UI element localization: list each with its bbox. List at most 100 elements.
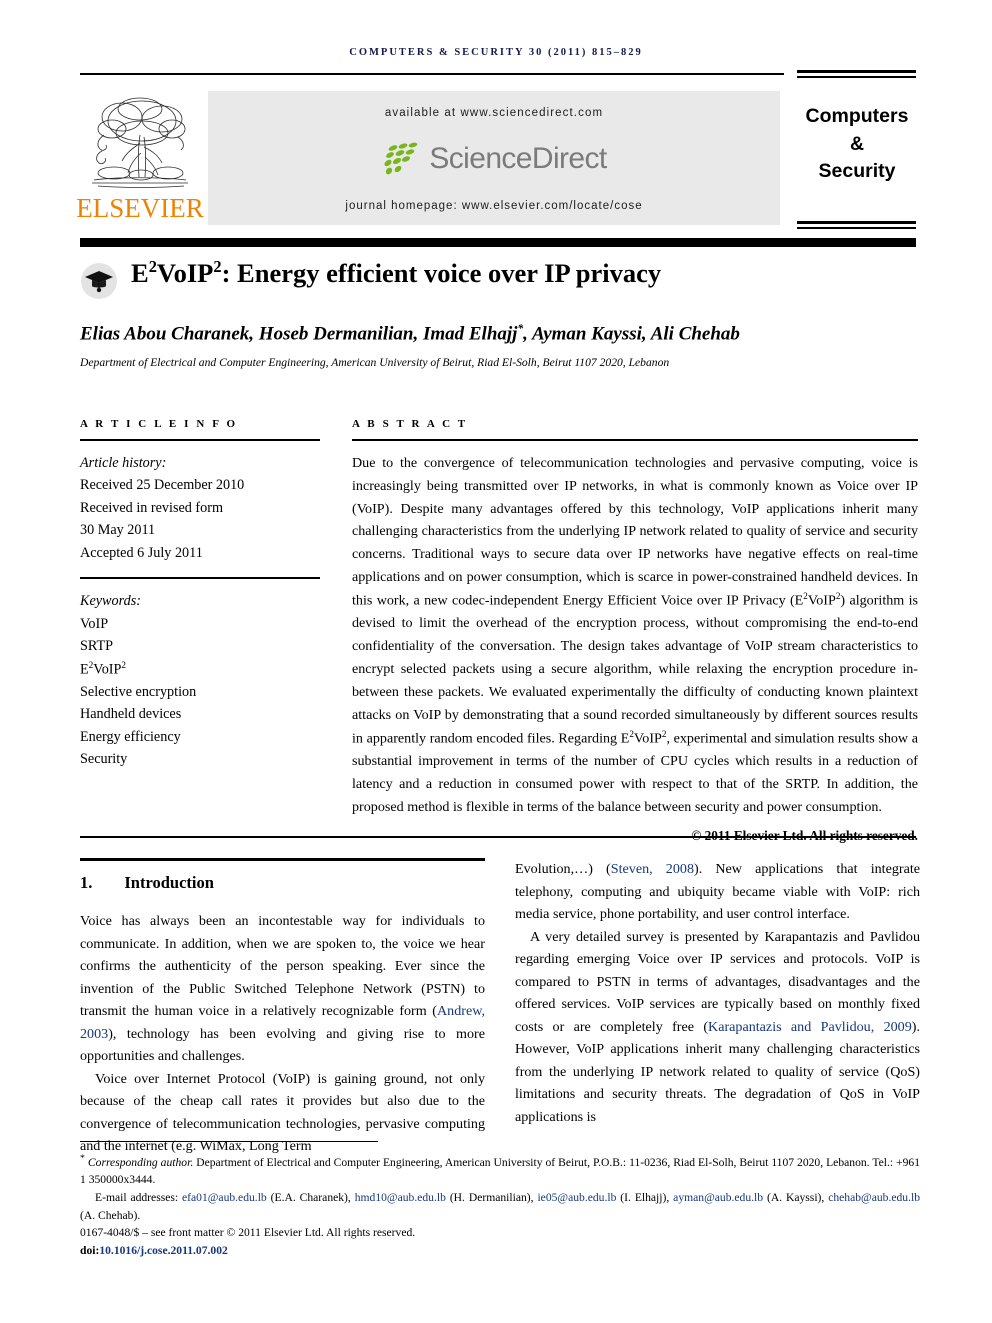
- corresponding-author-details: Department of Electrical and Computer En…: [80, 1155, 920, 1187]
- section-number: 1.: [80, 873, 93, 892]
- keywords-block: Keywords: VoIP SRTP E2VoIP2 Selective en…: [80, 590, 320, 770]
- keyword-voip-mid: VoIP: [93, 661, 122, 678]
- doi-label: doi:: [80, 1243, 100, 1257]
- email-person: (A. Chehab): [80, 1208, 138, 1222]
- elsevier-wordmark: ELSEVIER: [76, 193, 204, 223]
- keyword-item: VoIP: [80, 615, 109, 632]
- journal-title-line-2: &: [849, 132, 865, 155]
- paragraph: Evolution,…) (Steven, 2008). New applica…: [515, 858, 920, 926]
- paragraph: Voice over Internet Protocol (VoIP) is g…: [80, 1070, 485, 1155]
- abstract-heading: A B S T R A C T: [352, 418, 468, 430]
- title-row: E2VoIP2: Energy efficient voice over IP …: [80, 257, 920, 300]
- article-history-item: Accepted 6 July 2011: [80, 544, 203, 561]
- sciencedirect-banner: available at www.sciencedirect.com Scien…: [208, 91, 780, 225]
- email-link[interactable]: efa01@aub.edu.lb: [182, 1191, 267, 1204]
- corresponding-author-label: Corresponding author.: [87, 1155, 194, 1169]
- sciencedirect-wordmark: ScienceDirect: [429, 141, 607, 175]
- corresponding-author-note: * Corresponding author. Department of El…: [80, 1152, 920, 1189]
- available-at-text: available at www.sciencedirect.com: [384, 107, 604, 119]
- journal-title-box: Computers & Security: [795, 103, 919, 223]
- intro-p1-a: Voice has always been an incontestable w…: [80, 913, 485, 1020]
- email-link[interactable]: ie05@aub.edu.lb: [537, 1191, 616, 1204]
- email-person: (I. Elhajj): [620, 1191, 667, 1205]
- issn-front-matter-line: 0167-4048/$ – see front matter © 2011 El…: [80, 1226, 416, 1240]
- keyword-item: Selective encryption: [80, 683, 197, 700]
- keyword-e-prefix: E: [80, 661, 89, 678]
- authors-post: , Ayman Kayssi, Ali Chehab: [523, 323, 740, 345]
- abstract-column: A B S T R A C T Due to the convergence o…: [352, 418, 918, 844]
- journal-homepage-text: journal homepage: www.elsevier.com/locat…: [345, 200, 643, 212]
- doi-link[interactable]: 10.1016/j.cose.2011.07.002: [99, 1244, 228, 1257]
- abstract-rule: [352, 439, 918, 441]
- article-history-item: Received in revised form: [80, 499, 224, 516]
- keyword-item-e2voip2: E2VoIP2: [80, 658, 320, 681]
- article-history-item: 30 May 2011: [80, 522, 156, 539]
- article-info-rule: [80, 439, 320, 441]
- paragraph: A very detailed survey is presented by K…: [515, 926, 920, 1129]
- journal-title-line-1: Computers: [805, 105, 909, 127]
- email-label: E-mail addresses:: [95, 1191, 179, 1205]
- section-title: Introduction: [124, 873, 214, 892]
- journal-box-rule-top-thin: [797, 76, 916, 78]
- keyword-item: Energy efficiency: [80, 728, 181, 745]
- author-list: Elias Abou Charanek, Hoseb Dermanilian, …: [80, 323, 920, 345]
- abstract-part-1: Due to the convergence of telecommunicat…: [352, 455, 918, 609]
- journal-title-line-3: Security: [818, 160, 896, 183]
- email-link[interactable]: ayman@aub.edu.lb: [673, 1191, 763, 1204]
- introduction-left-text: Voice has always been an incontestable w…: [80, 910, 485, 1158]
- keywords-label: Keywords:: [80, 593, 141, 610]
- body-column-right: Evolution,…) (Steven, 2008). New applica…: [515, 858, 920, 1158]
- body-column-left: 1. Introduction Voice has always been an…: [80, 858, 485, 1158]
- abstract-voip-b: VoIP: [633, 730, 662, 747]
- page-title: E2VoIP2: Energy efficient voice over IP …: [131, 257, 662, 288]
- header-rules: [0, 69, 992, 83]
- intro-p1-b: ), technology has been evolving and givi…: [80, 1025, 485, 1065]
- doi-line: doi:10.1016/j.cose.2011.07.002: [80, 1242, 920, 1260]
- abstract-bottom-rule: [80, 836, 916, 838]
- footnote-block: * Corresponding author. Department of El…: [80, 1152, 920, 1260]
- sciencedirect-leaf-icon: [384, 142, 418, 174]
- citation-link-steven[interactable]: Steven, 2008: [611, 861, 694, 877]
- keyword-item: SRTP: [80, 638, 114, 655]
- email-person: (A. Kayssi): [766, 1191, 822, 1205]
- title-sup-1: 2: [148, 257, 157, 277]
- asterisk-icon: *: [80, 1153, 85, 1164]
- footnote-rule: [80, 1141, 378, 1143]
- keywords-rule: [80, 577, 320, 580]
- title-rest: : Energy efficient voice over IP privacy: [221, 258, 662, 288]
- article-history-item: Received 25 December 2010: [80, 477, 245, 494]
- intro-r1-a: Evolution,…) (: [515, 861, 611, 877]
- elsevier-logo: ELSEVIER: [76, 91, 204, 229]
- email-person: (H. Dermanilian): [449, 1191, 531, 1205]
- header-thick-bar: [80, 238, 916, 247]
- paper-page: COMPUTERS & SECURITY 30 (2011) 815–829 E…: [0, 0, 992, 1323]
- authors-pre: Elias Abou Charanek, Hoseb Dermanilian, …: [80, 323, 518, 345]
- article-info-heading: A R T I C L E I N F O: [80, 418, 238, 430]
- section-heading-introduction: 1. Introduction: [80, 873, 485, 893]
- keyword-item: Handheld devices: [80, 706, 182, 723]
- abstract-text: Due to the convergence of telecommunicat…: [352, 452, 918, 819]
- email-person: (E.A. Charanek): [270, 1191, 348, 1205]
- header-banner: ELSEVIER available at www.sciencedirect.…: [0, 89, 992, 229]
- graduation-cap-icon: [81, 263, 117, 299]
- email-link[interactable]: hmd10@aub.edu.lb: [355, 1191, 446, 1204]
- paragraph: Voice has always been an incontestable w…: [80, 910, 485, 1068]
- email-link[interactable]: chehab@aub.edu.lb: [828, 1191, 920, 1204]
- email-addresses-note: E-mail addresses: efa01@aub.edu.lb (E.A.…: [80, 1191, 921, 1222]
- header-rule: [80, 73, 784, 75]
- affiliation: Department of Electrical and Computer En…: [80, 356, 670, 369]
- keyword-item: Security: [80, 750, 128, 767]
- body-columns: 1. Introduction Voice has always been an…: [80, 858, 920, 1158]
- title-mid: VoIP: [156, 258, 214, 288]
- citation-link-karapantazis[interactable]: Karapantazis and Pavlidou, 2009: [708, 1019, 912, 1035]
- journal-box-rule-bottom: [797, 221, 916, 224]
- article-info-column: A R T I C L E I N F O Article history: R…: [80, 418, 320, 770]
- journal-box-rule-top: [797, 70, 916, 73]
- abstract-voip-a: VoIP: [807, 592, 836, 609]
- elsevier-tree-icon: [92, 97, 188, 188]
- sciencedirect-logo: ScienceDirect: [381, 141, 607, 176]
- journal-box-rule-bottom-thin: [797, 227, 916, 229]
- abstract-part-2: ) algorithm is devised to limit the over…: [352, 592, 918, 747]
- introduction-right-text: Evolution,…) (Steven, 2008). New applica…: [515, 858, 920, 1129]
- journal-reference-line: COMPUTERS & SECURITY 30 (2011) 815–829: [349, 47, 643, 58]
